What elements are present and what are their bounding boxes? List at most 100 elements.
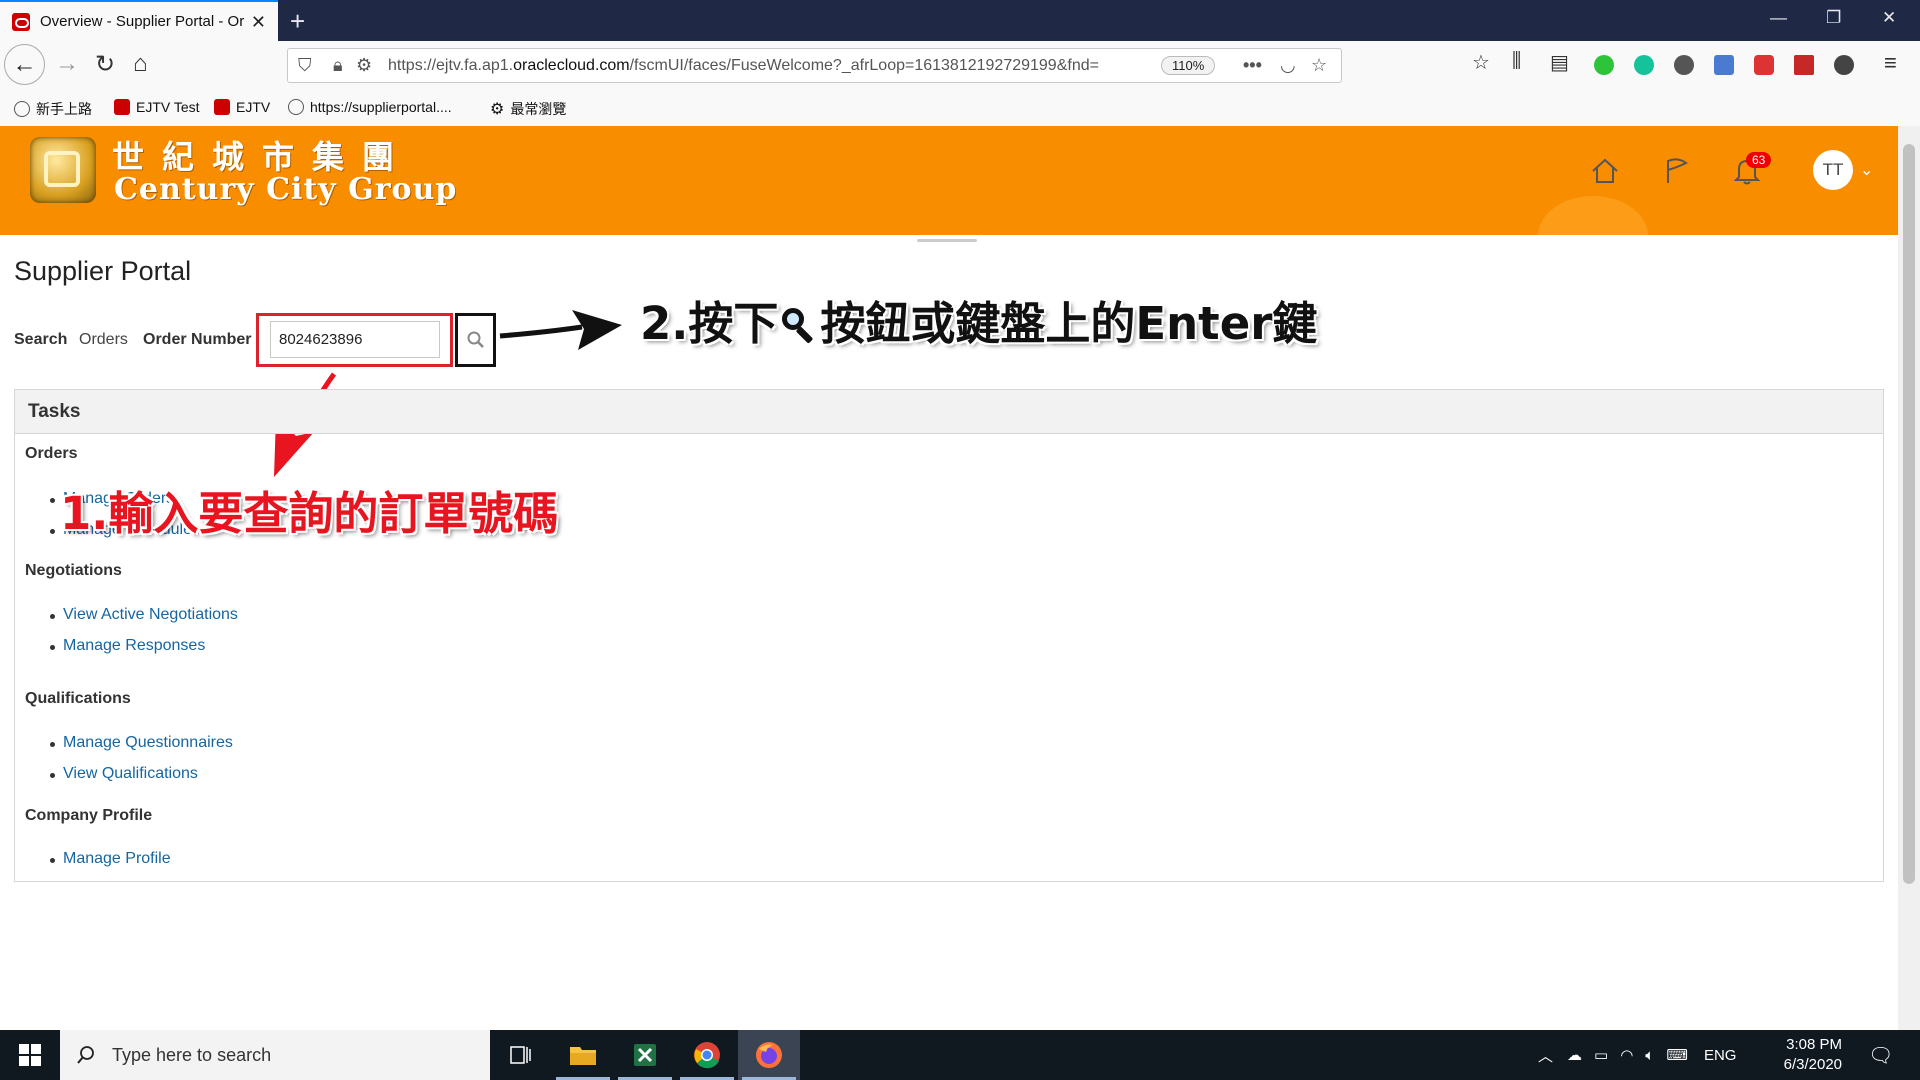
chevron-down-icon[interactable]: ⌄	[1860, 160, 1873, 180]
show-hidden-icons-icon[interactable]: ︿	[1538, 1045, 1553, 1066]
action-center-icon[interactable]: 🗨︎	[1868, 1030, 1893, 1080]
system-clock[interactable]: 3:08 PM 6/3/2020	[1768, 1035, 1842, 1075]
section-title-negotiations: Negotiations	[25, 562, 122, 579]
header-collapse-grip[interactable]	[917, 239, 977, 242]
globe-icon	[14, 101, 30, 117]
bookmarks-menu-icon[interactable]: ☆	[1472, 50, 1490, 75]
sidebar-icon[interactable]: ▤	[1550, 50, 1569, 75]
link-view-qualifications[interactable]: View Qualifications	[50, 765, 198, 783]
user-avatar[interactable]: TT	[1813, 150, 1853, 190]
search-icon	[467, 331, 484, 348]
address-bar[interactable]: ⛉ 🔒︎ ⚙ https://ejtv.fa.ap1.oraclecloud.c…	[287, 48, 1342, 83]
clock-time: 3:08 PM	[1786, 1036, 1842, 1053]
link-manage-questionnaires[interactable]: Manage Questionnaires	[50, 734, 233, 752]
bookmark-item-ejtv[interactable]: EJTV	[214, 99, 270, 115]
folder-icon	[570, 1047, 596, 1065]
bookmark-item-supplierportal[interactable]: https://supplierportal....	[288, 99, 452, 115]
permissions-icon[interactable]: ⚙	[356, 55, 372, 76]
minimize-window-button[interactable]: —	[1770, 8, 1787, 28]
battery-icon[interactable]: ▭	[1594, 1046, 1608, 1064]
file-explorer-app[interactable]	[552, 1030, 614, 1080]
keyboard-icon[interactable]: ⌨	[1666, 1046, 1688, 1064]
bookmark-item-most-visited[interactable]: ⚙ 最常瀏覽	[490, 99, 566, 119]
extension-bookmark-icon[interactable]	[1714, 55, 1734, 75]
extension-shield-icon[interactable]	[1754, 55, 1774, 75]
clock-date: 6/3/2020	[1783, 1056, 1842, 1073]
company-logo-icon	[30, 137, 96, 203]
home-button[interactable]: ⌂	[133, 50, 148, 78]
new-tab-button[interactable]: +	[290, 6, 305, 37]
lock-icon[interactable]: 🔒︎	[333, 55, 343, 76]
account-icon[interactable]	[1674, 55, 1694, 75]
company-name-english: Century City Group	[114, 172, 458, 207]
gear-icon: ⚙	[490, 101, 505, 118]
search-button[interactable]	[455, 313, 496, 367]
close-window-button[interactable]: ✕	[1882, 8, 1896, 28]
excel-app[interactable]	[614, 1030, 676, 1080]
browser-nav-bar: ← → ↻ ⌂ ⛉ 🔒︎ ⚙ https://ejtv.fa.ap1.oracl…	[0, 41, 1920, 91]
bookmark-item-ejtv-test[interactable]: EJTV Test	[114, 99, 200, 115]
section-title-orders: Orders	[25, 445, 78, 462]
forward-button[interactable]: →	[55, 50, 79, 78]
pdf-extension-icon[interactable]	[1794, 55, 1814, 75]
close-tab-icon[interactable]: ✕	[251, 12, 266, 33]
link-view-active-negotiations[interactable]: View Active Negotiations	[50, 606, 238, 624]
section-title-qualifications: Qualifications	[25, 690, 131, 707]
system-tray: ︿ ☁ ▭ ◠ 🔈︎ ⌨ ENG	[1538, 1030, 1736, 1080]
browser-tab-bar: Overview - Supplier Portal - Or ✕ + — ❐ …	[0, 0, 1920, 41]
excel-icon	[634, 1044, 656, 1066]
browser-tab-active[interactable]: Overview - Supplier Portal - Or ✕	[0, 0, 278, 41]
search-icon	[77, 1046, 94, 1064]
annotation-step2: 2.按下 按鈕或鍵盤上的Enter鍵	[640, 297, 1318, 350]
restore-window-button[interactable]: ❐	[1826, 8, 1841, 28]
network-icon[interactable]: ◠	[1620, 1046, 1633, 1064]
section-title-company-profile: Company Profile	[25, 807, 153, 824]
order-number-label: Order Number	[143, 331, 252, 348]
firefox-app[interactable]	[738, 1030, 800, 1080]
shield-icon[interactable]: ⛉	[298, 55, 312, 76]
app-header: 世紀城市集團 Century City Group 63 TT ⌄	[0, 126, 1898, 235]
pocket-icon[interactable]: ◡	[1280, 55, 1296, 76]
start-button[interactable]	[0, 1030, 60, 1080]
home-icon[interactable]	[1590, 156, 1620, 186]
scrollbar-thumb[interactable]	[1903, 144, 1915, 884]
magnifier-icon	[782, 308, 816, 342]
link-manage-responses[interactable]: Manage Responses	[49, 637, 205, 655]
input-language-indicator[interactable]: ENG	[1704, 1047, 1737, 1064]
page-title: Supplier Portal	[14, 256, 192, 286]
windows-logo-icon	[19, 1044, 41, 1066]
globe-icon	[288, 99, 304, 115]
hamburger-menu-icon[interactable]: ≡	[1884, 50, 1897, 76]
url-text[interactable]: https://ejtv.fa.ap1.oraclecloud.com/fscm…	[388, 57, 1148, 75]
library-icon[interactable]: ⫼	[1512, 50, 1521, 73]
order-number-input[interactable]	[270, 321, 440, 358]
oracle-icon	[214, 99, 230, 115]
tasks-heading: Tasks	[15, 390, 1883, 434]
oracle-favicon-icon	[12, 12, 30, 31]
search-label: Search	[14, 331, 68, 348]
header-decoration	[1538, 196, 1648, 235]
chrome-app[interactable]	[676, 1030, 738, 1080]
reload-button[interactable]: ↻	[95, 50, 115, 79]
grammarly-icon[interactable]	[1634, 55, 1654, 75]
bookmark-item-getting-started[interactable]: 新手上路	[14, 99, 92, 119]
bookmark-star-icon[interactable]: ☆	[1311, 55, 1327, 76]
page-actions-icon[interactable]: •••	[1243, 55, 1262, 76]
order-number-highlight	[256, 313, 453, 367]
volume-icon[interactable]: 🔈︎	[1645, 1047, 1654, 1064]
notification-count-badge: 63	[1746, 152, 1772, 168]
tasks-panel: Tasks Orders Manage Orders Manage Schedu…	[14, 389, 1884, 882]
onedrive-cloud-icon[interactable]: ☁	[1567, 1046, 1582, 1064]
annotation-step1: 1.輸入要查詢的訂單號碼	[60, 487, 559, 540]
flag-icon[interactable]	[1662, 156, 1692, 186]
windows-taskbar: Type here to search ︿ ☁ ▭ ◠ 🔈︎ ⌨ ENG 3:0…	[0, 1030, 1920, 1080]
extension-circles-icon[interactable]	[1834, 55, 1854, 75]
link-manage-profile[interactable]: Manage Profile	[50, 850, 171, 868]
search-scope-select[interactable]: Orders	[79, 331, 128, 349]
task-view-button[interactable]	[490, 1030, 552, 1080]
taskbar-search-box[interactable]: Type here to search	[60, 1030, 490, 1080]
zoom-level-badge[interactable]: 110%	[1161, 56, 1216, 75]
vertical-scrollbar[interactable]	[1898, 126, 1920, 1030]
extension-check-icon[interactable]	[1594, 55, 1614, 75]
back-button[interactable]: ←	[4, 44, 45, 85]
